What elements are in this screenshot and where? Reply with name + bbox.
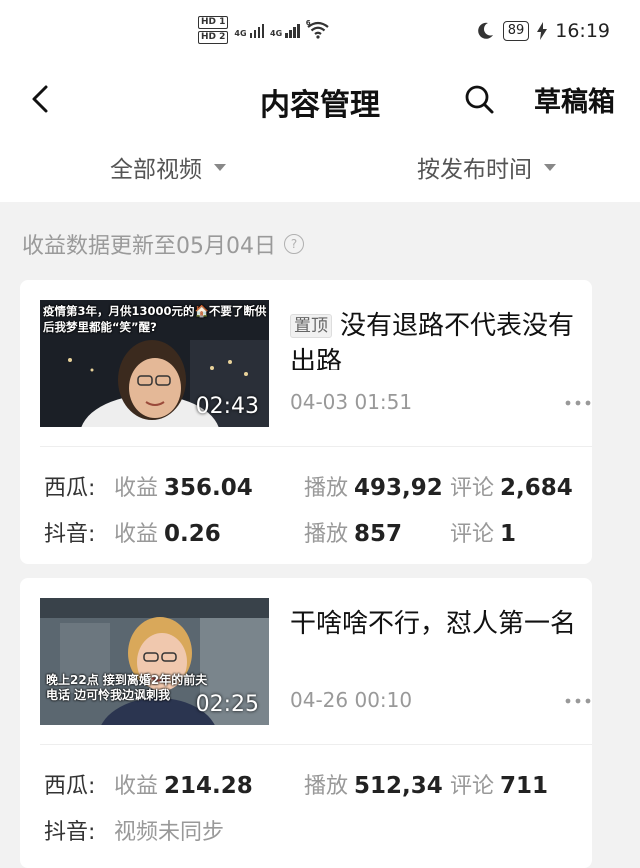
signal-bars-icon [285,22,300,38]
nav-bar: 内容管理 草稿箱 [0,70,640,130]
status-bar: HD 1 HD 2 4G 4G 6 89 16:19 [0,0,640,70]
divider [40,446,592,447]
income-metric: 收益 356.04 [114,475,253,501]
video-filter-label: 全部视频 [110,157,202,183]
thumbnail-caption: 晚上22点 接到离婚2年的前夫电话 边可怜我边讽刺我 [46,673,208,702]
filter-bar: 全部视频 按发布时间 [0,130,640,202]
video-thumbnail[interactable]: 晚上22点 接到离婚2年的前夫电话 边可怜我边讽刺我 02:25 [40,598,269,725]
net2-label: 4G [270,29,283,38]
comments-value: 711 [500,773,549,799]
net1-label: 4G [234,29,247,38]
pinned-badge: 置顶 [290,314,332,338]
notice-text: 收益数据更新至05月04日 [22,234,276,259]
search-icon[interactable] [462,82,496,116]
publish-time: 04-03 01:51 [290,390,413,414]
divider [40,744,592,745]
income-value: 214.28 [164,773,253,799]
publish-time: 04-26 00:10 [290,688,413,712]
xigua-stats-row: 西瓜: 收益 356.04 播放 493,92 评论 2,684 [44,470,584,501]
plays-value: 857 [354,521,403,547]
income-value: 0.26 [164,521,221,547]
comments-metric: 评论 2,684 [450,475,573,501]
douyin-stats-row: 抖音: 收益 0.26 播放 857 评论 1 [44,516,584,547]
comments-value: 1 [500,521,517,547]
video-duration: 02:43 [195,394,259,419]
video-duration: 02:25 [195,692,259,717]
signal-2: 4G [270,22,300,38]
video-title[interactable]: 置顶 没有退路不代表没有出路 [290,308,590,370]
wifi: 6 [305,19,338,39]
battery-level: 89 [502,21,530,41]
platform-label: 抖音: [44,522,96,547]
moon-icon [477,22,493,39]
sync-status: 视频未同步 [114,820,225,845]
wifi-label: 6 [305,19,311,27]
platform-label: 抖音: [44,820,96,845]
income-update-notice: 收益数据更新至05月04日 ? [22,228,304,260]
plays-value: 512,34 [354,773,443,799]
douyin-stats-row: 抖音: 视频未同步 [44,814,584,845]
comments-value: 2,684 [500,475,573,501]
signal-bars-icon [249,22,265,38]
plays-metric: 播放 857 [304,521,403,547]
income-metric: 收益 214.28 [114,773,253,799]
platform-label: 西瓜: [44,476,96,501]
income-metric: 收益 0.26 [114,521,221,547]
drafts-button[interactable]: 草稿箱 [534,80,615,119]
video-thumbnail[interactable]: 疫情第3年，月供13000元的🏠不要了断供后我梦里都能“笑”醒? 02:43 [40,300,269,427]
help-icon[interactable]: ? [284,234,304,254]
hd2-badge: HD 2 [198,31,229,44]
more-options-icon[interactable] [565,698,591,704]
video-card[interactable]: 疫情第3年，月供13000元的🏠不要了断供后我梦里都能“笑”醒? 02:43 置… [20,280,592,564]
charging-icon [537,22,548,40]
more-options-icon[interactable] [565,400,591,406]
xigua-stats-row: 西瓜: 收益 214.28 播放 512,34 评论 711 [44,768,584,799]
thumbnail-caption: 疫情第3年，月供13000元的🏠不要了断供后我梦里都能“笑”醒? [43,304,267,334]
video-card[interactable]: 晚上22点 接到离婚2年的前夫电话 边可怜我边讽刺我 02:25 干啥啥不行，怼… [20,578,592,868]
income-value: 356.04 [164,475,253,501]
plays-value: 493,92 [354,475,443,501]
clock: 16:19 [555,20,610,42]
video-filter-dropdown[interactable]: 全部视频 [110,150,226,184]
chevron-down-icon [544,163,556,171]
sort-filter-label: 按发布时间 [417,157,532,183]
video-title[interactable]: 干啥啥不行，怼人第一名 [290,606,590,642]
platform-label: 西瓜: [44,774,96,799]
comments-metric: 评论 1 [450,521,517,547]
chevron-down-icon [214,163,226,171]
signal-1: 4G [234,22,265,38]
plays-metric: 播放 493,92 [304,475,443,501]
hd1-badge: HD 1 [198,16,229,29]
comments-metric: 评论 711 [450,773,549,799]
video-title-text: 没有退路不代表没有出路 [290,311,575,370]
sort-filter-dropdown[interactable]: 按发布时间 [417,150,556,184]
plays-metric: 播放 512,34 [304,773,443,799]
status-right: 89 16:19 [475,20,610,42]
hd-indicators: HD 1 HD 2 [198,16,229,44]
status-left: HD 1 HD 2 4G 4G 6 [198,16,338,44]
